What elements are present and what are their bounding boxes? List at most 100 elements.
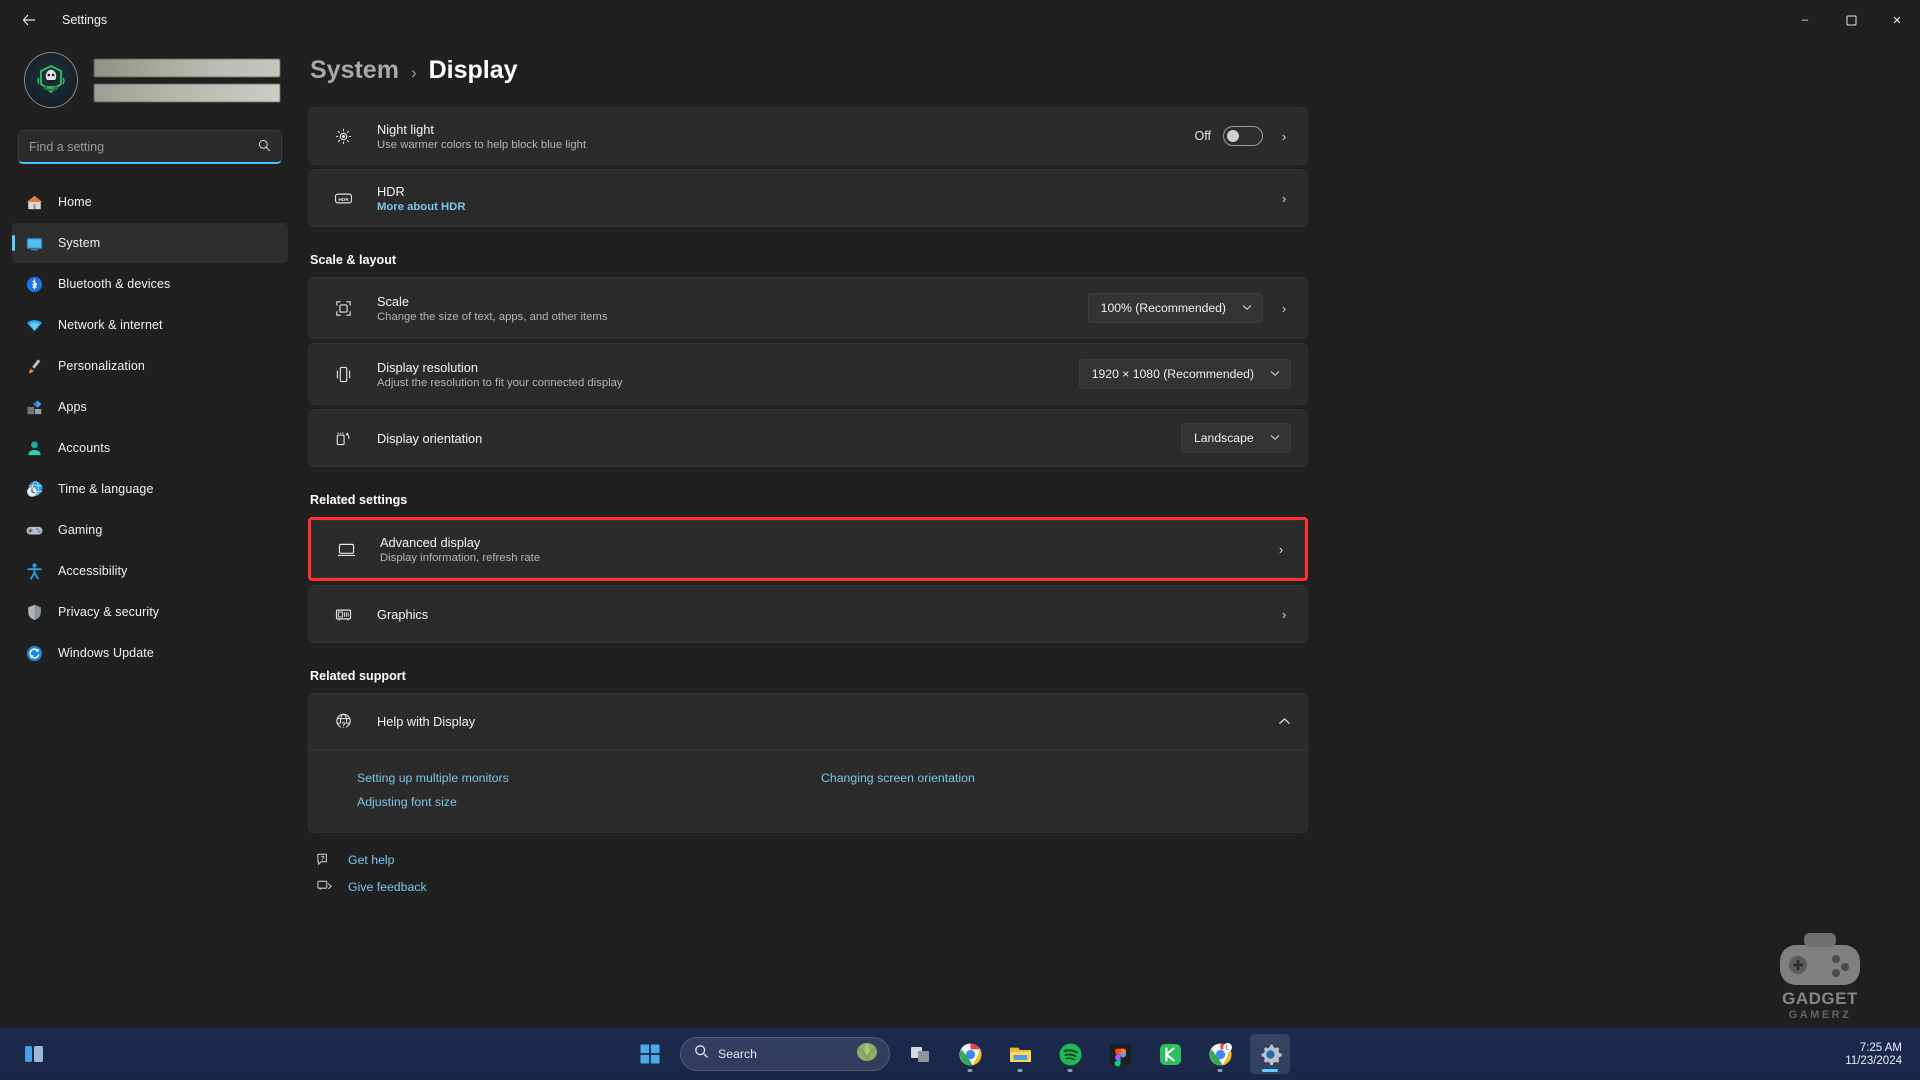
scale-row[interactable]: Scale Change the size of text, apps, and… <box>308 277 1308 339</box>
sidebar-item-label: System <box>58 236 101 250</box>
kakaotalk-icon[interactable] <box>1150 1034 1190 1074</box>
sidebar-item-apps[interactable]: Apps <box>12 387 288 427</box>
network-icon <box>24 315 44 335</box>
night-light-toggle-group[interactable]: Off <box>1195 126 1263 146</box>
bluetooth-icon <box>24 274 44 294</box>
sidebar-item-system[interactable]: System <box>12 223 288 263</box>
sidebar-item-bluetooth-devices[interactable]: Bluetooth & devices <box>12 264 288 304</box>
give-feedback-link[interactable]: Give feedback <box>314 878 1308 895</box>
sidebar-item-home[interactable]: Home <box>12 182 288 222</box>
file-explorer-icon[interactable] <box>1000 1034 1040 1074</box>
orientation-title: Display orientation <box>377 430 483 446</box>
apps-icon <box>24 397 44 417</box>
display-orientation-row[interactable]: Display orientation Landscape <box>308 409 1308 467</box>
account-section[interactable]: NEO <box>12 40 288 126</box>
minimize-button[interactable]: – <box>1782 0 1828 40</box>
watermark-line2: GAMERZ <box>1788 1009 1852 1021</box>
figma-icon[interactable] <box>1100 1034 1140 1074</box>
sidebar-item-privacy-security[interactable]: Privacy & security <box>12 592 288 632</box>
sidebar-item-label: Personalization <box>58 359 145 373</box>
help-link[interactable]: Changing screen orientation <box>821 766 1285 790</box>
help-with-display-title: Help with Display <box>377 714 476 729</box>
account-name-redacted <box>94 58 280 102</box>
night-light-row[interactable]: Night light Use warmer colors to help bl… <box>308 107 1308 165</box>
sidebar-item-label: Accounts <box>58 441 111 455</box>
resolution-icon <box>331 365 355 384</box>
chevron-right-icon[interactable]: › <box>1277 191 1291 206</box>
windows-start-icon[interactable] <box>630 1034 670 1074</box>
breadcrumb-parent[interactable]: System <box>310 56 399 85</box>
home-icon <box>24 192 44 212</box>
hdr-icon: HDR <box>331 189 355 208</box>
chevron-up-icon[interactable] <box>1277 714 1291 729</box>
sidebar-nav: Home System Bluetooth & devices Network … <box>12 182 288 673</box>
back-button[interactable] <box>10 4 48 36</box>
night-light-state-label: Off <box>1194 129 1211 143</box>
night-light-toggle[interactable] <box>1223 126 1263 146</box>
sidebar-item-gaming[interactable]: Gaming <box>12 510 288 550</box>
orientation-dropdown[interactable]: Landscape <box>1181 423 1291 453</box>
footer-links: Get help Give feedback <box>314 851 1308 895</box>
sidebar: NEO Find a setting Home System Bluetooth… <box>0 40 300 1055</box>
advanced-display-highlight: Advanced display Display information, re… <box>308 517 1308 581</box>
breadcrumb-separator: › <box>410 63 417 82</box>
gaming-icon <box>24 520 44 540</box>
sidebar-item-accessibility[interactable]: Accessibility <box>12 551 288 591</box>
chevron-right-icon[interactable]: › <box>1274 542 1288 557</box>
sidebar-item-label: Accessibility <box>58 564 128 578</box>
lettuce-icon <box>855 1041 879 1068</box>
scale-dropdown[interactable]: 100% (Recommended) <box>1087 293 1263 323</box>
scale-icon <box>331 299 355 318</box>
widgets-icon[interactable] <box>14 1034 54 1074</box>
search-input[interactable] <box>29 139 252 154</box>
privacy-security-icon <box>24 602 44 622</box>
advanced-display-row[interactable]: Advanced display Display information, re… <box>311 520 1305 578</box>
sidebar-item-network-internet[interactable]: Network & internet <box>12 305 288 345</box>
taskbar-center: Search L <box>630 1034 1290 1074</box>
sidebar-item-time-language[interactable]: Time & language <box>12 469 288 509</box>
night-light-subtitle: Use warmer colors to help block blue lig… <box>377 138 587 151</box>
taskbar-clock[interactable]: 7:25 AM 11/23/2024 <box>1845 1042 1902 1067</box>
main-content: System › Display Night light Use warmer … <box>300 40 1920 1055</box>
chevron-right-icon[interactable]: › <box>1277 129 1291 144</box>
sidebar-item-personalization[interactable]: Personalization <box>12 346 288 386</box>
chrome-icon[interactable] <box>950 1034 990 1074</box>
hdr-row[interactable]: HDR HDR More about HDR › <box>308 169 1308 227</box>
running-indicator <box>1017 1069 1023 1072</box>
give-feedback-label: Give feedback <box>348 879 427 894</box>
help-with-display-header[interactable]: Help with Display <box>309 694 1307 750</box>
help-link[interactable]: Adjusting font size <box>357 790 821 814</box>
night-light-title: Night light <box>377 121 434 137</box>
resolution-dropdown-value: 1920 × 1080 (Recommended) <box>1091 367 1254 381</box>
chevron-right-icon[interactable]: › <box>1277 607 1291 622</box>
title-bar: Settings – ✕ <box>0 0 1920 40</box>
night-light-icon <box>331 127 355 146</box>
sidebar-item-label: Gaming <box>58 523 103 537</box>
hdr-more-link[interactable]: More about HDR <box>377 201 1277 213</box>
get-help-link[interactable]: Get help <box>314 851 1308 868</box>
personalization-icon <box>24 356 44 376</box>
settings-icon[interactable] <box>1250 1034 1290 1074</box>
search-box[interactable] <box>18 130 282 164</box>
sidebar-item-accounts[interactable]: Accounts <box>12 428 288 468</box>
svg-text:NEO: NEO <box>47 86 55 90</box>
search-icon <box>694 1044 709 1064</box>
graphics-title: Graphics <box>377 606 429 622</box>
orientation-icon <box>331 429 355 448</box>
chevron-right-icon[interactable]: › <box>1277 301 1291 316</box>
resolution-subtitle: Adjust the resolution to fit your connec… <box>377 376 623 389</box>
sidebar-item-label: Bluetooth & devices <box>58 277 171 291</box>
display-resolution-row[interactable]: Display resolution Adjust the resolution… <box>308 343 1308 405</box>
resolution-dropdown[interactable]: 1920 × 1080 (Recommended) <box>1078 359 1291 389</box>
hdr-title: HDR <box>377 183 405 199</box>
taskbar-search[interactable]: Search <box>680 1037 890 1071</box>
task-view-icon[interactable] <box>900 1034 940 1074</box>
sidebar-item-windows-update[interactable]: Windows Update <box>12 633 288 673</box>
orientation-dropdown-value: Landscape <box>1194 431 1254 445</box>
spotify-icon[interactable] <box>1050 1034 1090 1074</box>
graphics-row[interactable]: Graphics › <box>308 585 1308 643</box>
help-link[interactable]: Setting up multiple monitors <box>357 766 821 790</box>
maximize-button[interactable] <box>1828 0 1874 40</box>
chrome-secondary-icon[interactable]: L <box>1200 1034 1240 1074</box>
close-button[interactable]: ✕ <box>1874 0 1920 40</box>
